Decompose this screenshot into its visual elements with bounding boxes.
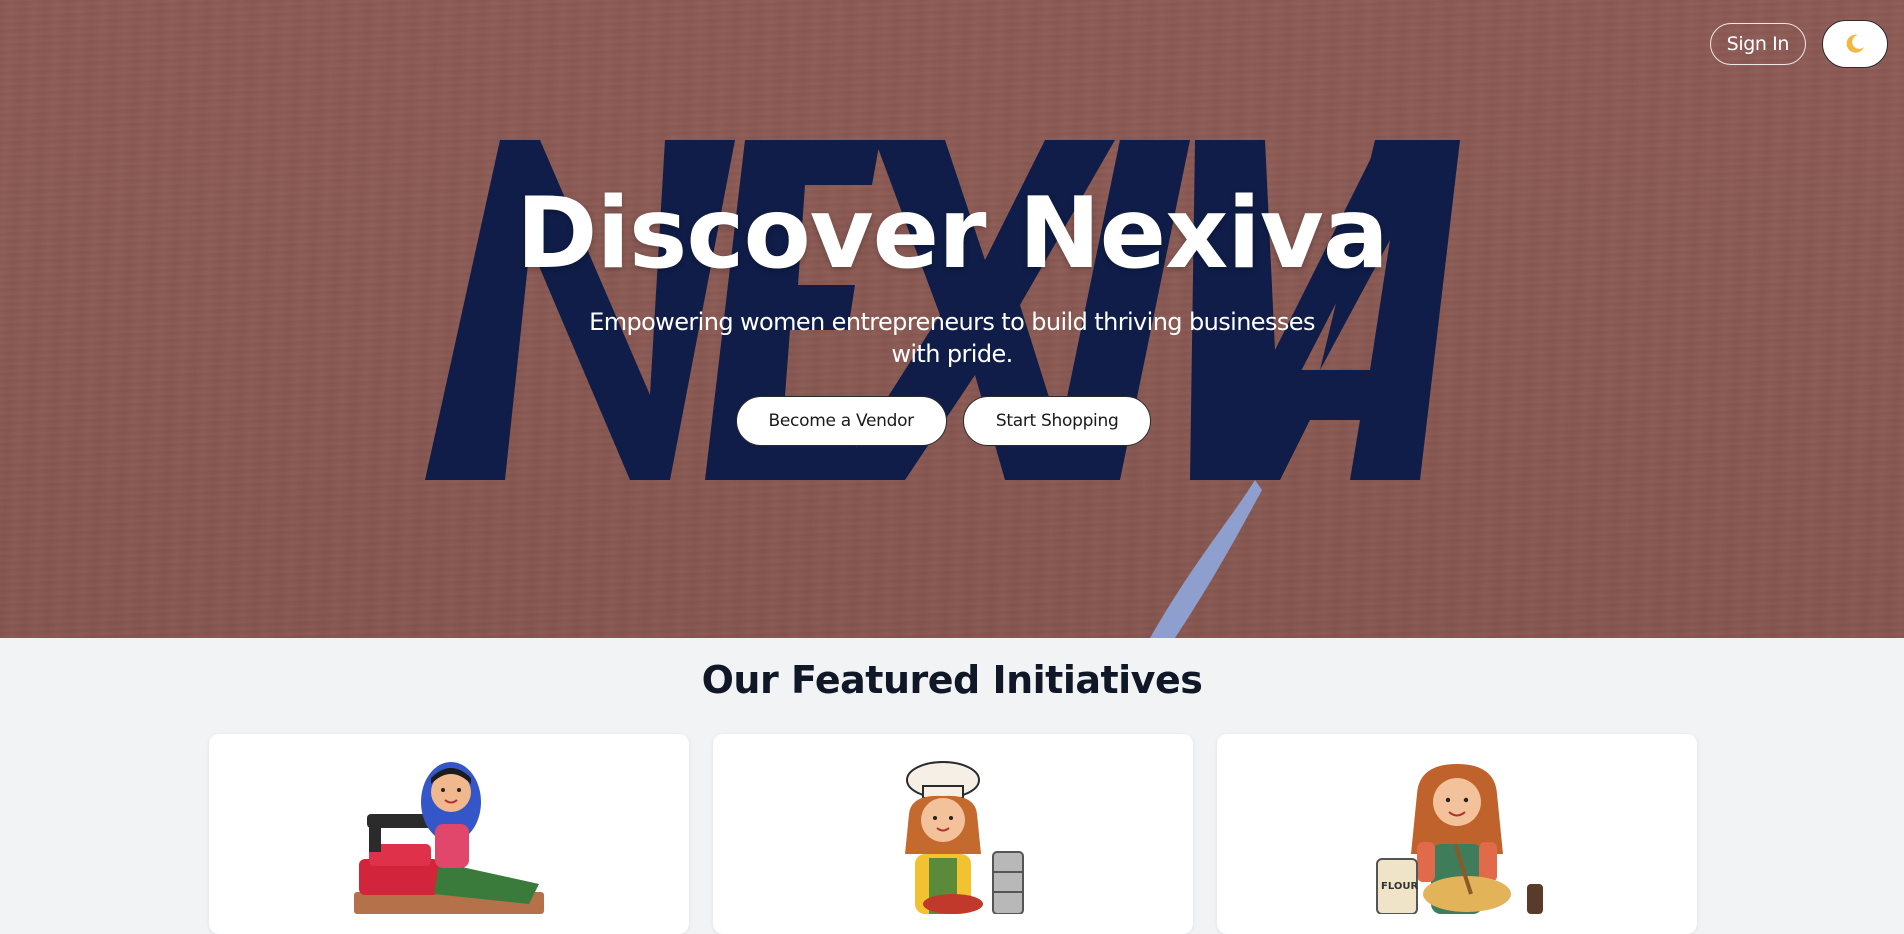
initiative-card-cooking[interactable] xyxy=(713,734,1193,934)
section-title: Our Featured Initiatives xyxy=(701,658,1203,702)
initiative-card-baking[interactable]: FLOUR xyxy=(1217,734,1697,934)
theme-toggle-button[interactable] xyxy=(1822,20,1888,68)
hero-content: Discover Nexiva Empowering women entrepr… xyxy=(0,178,1904,446)
hero-title: Discover Nexiva xyxy=(516,177,1389,291)
svg-text:FLOUR: FLOUR xyxy=(1381,881,1418,892)
moon-icon xyxy=(1846,34,1864,53)
hero-section: Sign In Discover Nexiva Empowering women… xyxy=(0,0,1904,638)
top-bar: Sign In xyxy=(1709,20,1888,68)
hero-subtitle: Empowering women entrepreneurs to build … xyxy=(589,308,1315,368)
initiative-cards: FLOUR xyxy=(209,734,1697,934)
woman-chef-cooking-illustration xyxy=(905,761,1024,914)
initiative-card-sewing[interactable] xyxy=(209,734,689,934)
hero-actions: Become a Vendor Start Shopping xyxy=(0,396,1904,446)
woman-baking-illustration: FLOUR xyxy=(1376,764,1543,914)
woman-sewing-illustration xyxy=(354,762,544,914)
sign-in-button[interactable]: Sign In xyxy=(1709,23,1806,65)
become-vendor-button[interactable]: Become a Vendor xyxy=(735,396,947,446)
start-shopping-button[interactable]: Start Shopping xyxy=(962,396,1152,446)
featured-initiatives-section: Our Featured Initiatives FLOUR xyxy=(0,638,1904,934)
